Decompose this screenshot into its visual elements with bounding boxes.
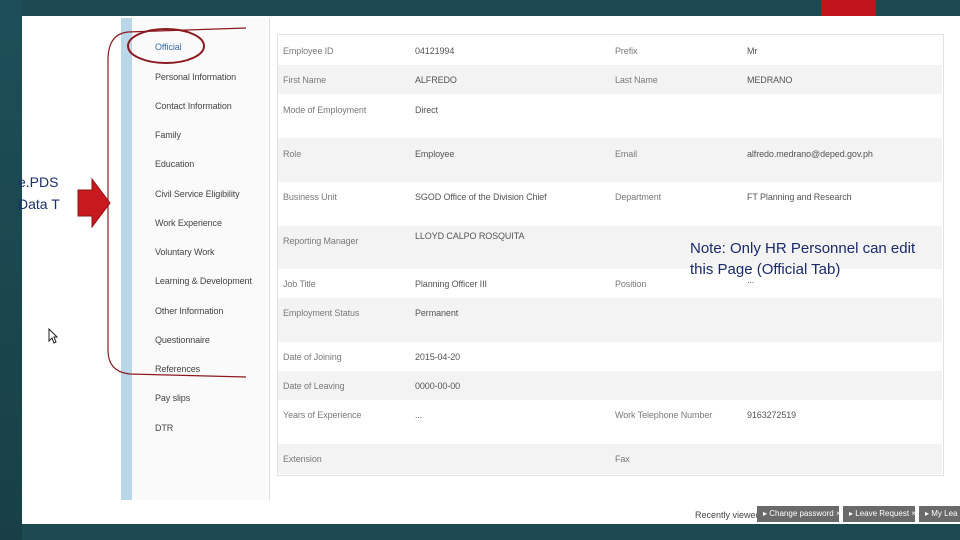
sidebar-item-pay-slips[interactable]: Pay slips — [155, 393, 190, 403]
employee-id-label: Employee ID — [283, 46, 334, 56]
date-of-joining-value: 2015-04-20 — [415, 352, 461, 362]
reporting-manager-label: Reporting Manager — [283, 236, 359, 246]
fax-label: Fax — [615, 454, 630, 464]
table-row: First Name ALFREDO Last Name MEDRANO — [278, 65, 942, 94]
sidebar-item-work-experience[interactable]: Work Experience — [155, 218, 222, 228]
table-row: Date of Leaving 0000-00-00 — [278, 371, 942, 400]
sidebar-item-dtr[interactable]: DTR — [155, 423, 173, 433]
job-title-value: Planning Officer III — [415, 279, 487, 289]
department-label: Department — [615, 192, 662, 202]
sidebar-item-civil-service-eligibility[interactable]: Civil Service Eligibility — [155, 189, 240, 199]
role-value: Employee — [415, 149, 455, 159]
email-value: alfredo.medrano@deped.gov.ph — [747, 149, 873, 159]
date-of-leaving-label: Date of Leaving — [283, 381, 345, 391]
prefix-value: Mr — [747, 46, 758, 56]
sidebar-item-references[interactable]: References — [155, 364, 200, 374]
years-of-experience-label: Years of Experience — [283, 410, 362, 420]
years-of-experience-value: ... — [415, 410, 423, 420]
table-row: Employment Status Permanent — [278, 298, 942, 342]
table-row: Date of Joining 2015-04-20 — [278, 342, 942, 371]
sidebar-item-contact-information[interactable]: Contact Information — [155, 101, 232, 111]
sidebar-item-voluntary-work[interactable]: Voluntary Work — [155, 247, 215, 257]
red-slide-tab — [821, 0, 876, 16]
sidebar-item-personal-information[interactable]: Personal Information — [155, 72, 236, 82]
table-row: Role Employee Email alfredo.medrano@depe… — [278, 138, 942, 182]
sidebar-item-official[interactable]: Official — [155, 42, 182, 52]
first-name-value: ALFREDO — [415, 75, 457, 85]
change-password-button[interactable]: ▸ Change password × — [757, 506, 841, 522]
role-label: Role — [283, 149, 302, 159]
table-row: Extension Fax — [278, 444, 942, 474]
employee-id-value: 04121994 — [415, 46, 455, 56]
position-label: Position — [615, 279, 647, 289]
employment-status-value: Permanent — [415, 308, 459, 318]
employment-status-label: Employment Status — [283, 308, 360, 318]
email-label: Email — [615, 149, 638, 159]
last-name-value: MEDRANO — [747, 75, 793, 85]
leave-request-button[interactable]: ▸ Leave Request × — [843, 506, 916, 522]
sidebar-item-other-information[interactable]: Other Information — [155, 306, 223, 316]
sidebar-item-family[interactable]: Family — [155, 130, 181, 140]
table-row: Years of Experience ... Work Telephone N… — [278, 400, 942, 444]
sidebar-item-learning-development[interactable]: Learning & Development — [155, 276, 252, 286]
recently-viewed-label: Recently viewed — [695, 510, 761, 520]
last-name-label: Last Name — [615, 75, 658, 85]
job-title-label: Job Title — [283, 279, 316, 289]
work-telephone-label: Work Telephone Number — [615, 410, 713, 420]
hr-note: Note: Only HR Personnel can edit this Pa… — [690, 240, 916, 278]
table-row: Business Unit SGOD Office of the Divisio… — [278, 182, 942, 226]
table-row: Mode of Employment Direct — [278, 94, 942, 138]
sidebar — [132, 18, 270, 500]
mode-of-employment-label: Mode of Employment — [283, 105, 367, 115]
mode-of-employment-value: Direct — [415, 105, 438, 115]
my-leave-button[interactable]: ▸ My Lea — [919, 506, 960, 522]
reporting-manager-value: LLOYD CALPO ROSQUITA — [415, 231, 525, 241]
slide-background — [0, 0, 22, 540]
department-value: FT Planning and Research — [747, 192, 852, 202]
mouse-cursor-icon — [48, 328, 58, 344]
sidebar-item-questionnaire[interactable]: Questionnaire — [155, 335, 210, 345]
extension-label: Extension — [283, 454, 322, 464]
work-telephone-value: 9163272519 — [747, 410, 797, 420]
first-name-label: First Name — [283, 75, 327, 85]
business-unit-label: Business Unit — [283, 192, 337, 202]
callout-text-line1: e.PDS — [18, 174, 59, 190]
callout-text-line2: Data T — [18, 196, 60, 212]
date-of-leaving-value: 0000-00-00 — [415, 381, 461, 391]
sidebar-item-education[interactable]: Education — [155, 159, 194, 169]
sidebar-accent-stripe — [121, 18, 132, 500]
date-of-joining-label: Date of Joining — [283, 352, 342, 362]
table-row: Employee ID 04121994 Prefix Mr — [278, 35, 942, 65]
business-unit-value: SGOD Office of the Division Chief — [415, 192, 547, 202]
prefix-label: Prefix — [615, 46, 638, 56]
